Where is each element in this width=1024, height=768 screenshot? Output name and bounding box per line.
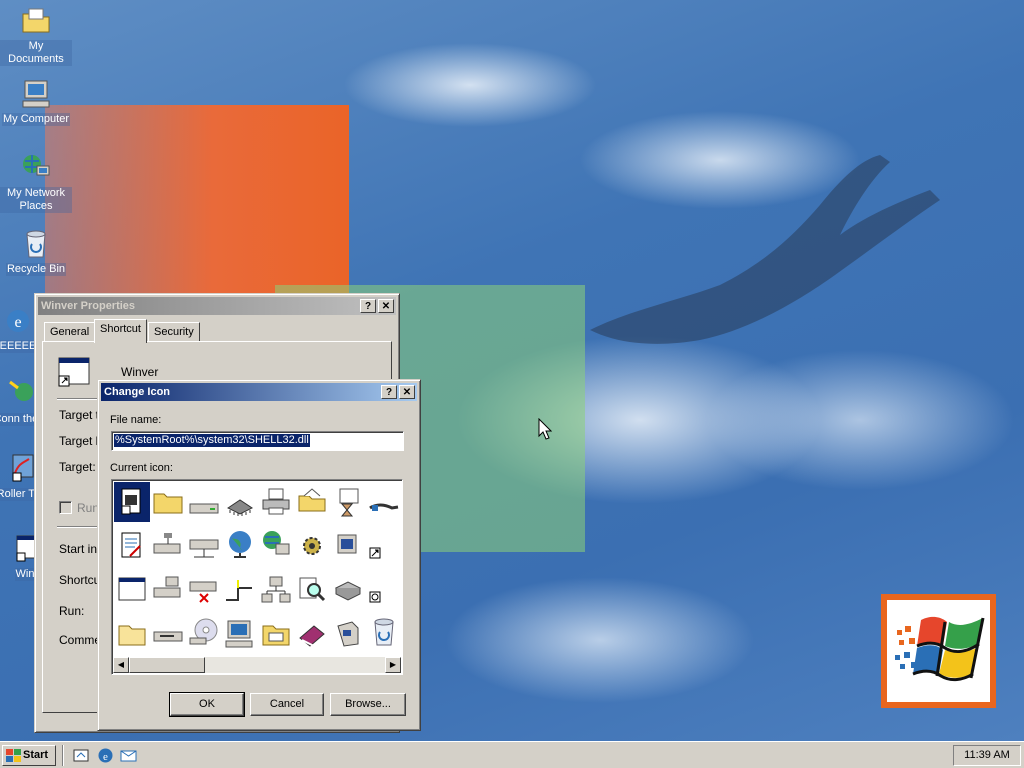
recycle-bin-icon xyxy=(26,230,46,258)
ok-button[interactable]: OK xyxy=(169,692,245,717)
windows-flag-icon xyxy=(6,749,21,762)
folder-icon[interactable] xyxy=(152,486,184,518)
outlook-express-icon[interactable] xyxy=(120,747,137,764)
floppy-drive-icon[interactable] xyxy=(152,620,184,652)
desktop-icon-recycle-bin[interactable]: Recycle Bin xyxy=(0,228,72,276)
change-icon-dialog: Change Icon ? ✕ File name: %SystemRoot%\… xyxy=(97,379,421,731)
help-book-icon[interactable] xyxy=(296,618,328,650)
desktop-icon-label: My Network Places xyxy=(0,187,72,213)
drive-icon[interactable] xyxy=(188,488,220,520)
network-globe-icon[interactable] xyxy=(260,528,292,560)
app-name: Winver xyxy=(121,365,159,379)
printer-icon[interactable] xyxy=(260,486,292,518)
internet-explorer-icon[interactable]: e xyxy=(97,747,114,764)
taskbar: Start e 11:39 AM xyxy=(0,741,1024,768)
computer-icon xyxy=(22,80,50,108)
application-window-icon[interactable] xyxy=(116,574,148,606)
search-icon[interactable] xyxy=(296,574,328,606)
network-computers-icon[interactable] xyxy=(260,574,292,606)
mouse-cursor-icon xyxy=(538,418,552,440)
help-button[interactable]: ? xyxy=(381,385,397,399)
desktop-icon-label: My Documents xyxy=(0,40,72,66)
run-separate-label: Run xyxy=(77,501,100,515)
desktop-icon-label: My Computer xyxy=(1,113,71,126)
cancel-button[interactable]: Cancel xyxy=(250,693,324,716)
wallpaper-orange-panel xyxy=(45,105,349,300)
browse-button[interactable]: Browse... xyxy=(330,693,406,716)
desktop-icon-my-computer[interactable]: My Computer xyxy=(0,78,72,126)
system-clock[interactable]: 11:39 AM xyxy=(953,745,1021,766)
internet-explorer-icon: e xyxy=(7,310,29,332)
properties-title: Winver Properties xyxy=(41,300,136,312)
help-button[interactable]: ? xyxy=(360,299,376,313)
rollercoaster-shortcut-icon xyxy=(12,454,34,482)
my-computer-icon[interactable] xyxy=(224,618,256,650)
change-icon-title: Change Icon xyxy=(104,386,171,398)
cd-drive-icon[interactable] xyxy=(188,616,220,648)
disconnected-drive-icon[interactable] xyxy=(188,574,220,606)
tab-security[interactable]: Security xyxy=(148,322,200,342)
network-folder-icon[interactable] xyxy=(296,486,328,518)
network-drive-icon[interactable] xyxy=(152,530,184,562)
desktop-icon-label: Win xyxy=(14,568,36,581)
memory-chip-icon[interactable] xyxy=(224,488,256,520)
wallpaper-swimmer-silhouette xyxy=(590,155,940,344)
file-name-value: %SystemRoot%\system32\SHELL32.dll xyxy=(114,434,310,447)
desktop-icon-my-documents[interactable]: My Documents xyxy=(0,5,72,66)
network-cable-icon[interactable] xyxy=(224,574,256,606)
run-label: Run: xyxy=(59,604,85,618)
scroll-right-button[interactable]: ▶ xyxy=(385,657,401,673)
run-separate-checkbox[interactable] xyxy=(59,501,72,514)
sharing-hand-icon[interactable] xyxy=(368,488,400,520)
current-icon-label: Current icon: xyxy=(110,462,173,474)
desktop-icon-my-network-places[interactable]: My Network Places xyxy=(0,152,72,213)
network-icon xyxy=(23,155,50,176)
document-edit-icon[interactable] xyxy=(116,530,148,562)
clock-overlay-icon[interactable] xyxy=(368,580,400,612)
start-label: Start xyxy=(23,749,49,761)
target-label: Target: xyxy=(59,460,96,474)
svg-text:e: e xyxy=(103,751,108,763)
scroll-left-button[interactable]: ◀ xyxy=(113,657,129,673)
globe-icon[interactable] xyxy=(224,528,256,560)
taskbar-separator xyxy=(62,745,64,766)
desktop-icon-label: Recycle Bin xyxy=(5,263,67,276)
control-panel-folder-icon[interactable] xyxy=(260,618,292,650)
window-icon[interactable] xyxy=(332,530,364,562)
network-connection-icon[interactable] xyxy=(188,530,220,562)
settings-gear-icon[interactable] xyxy=(296,530,328,562)
run-window-icon[interactable] xyxy=(332,618,364,650)
windows-logo xyxy=(881,594,996,708)
folder-documents-icon xyxy=(22,8,50,33)
scheduled-tasks-icon[interactable] xyxy=(332,486,364,518)
computer-drive-icon[interactable] xyxy=(152,574,184,606)
document-shortcut-icon[interactable] xyxy=(116,486,148,518)
horizontal-scrollbar[interactable]: ◀ ▶ xyxy=(113,657,401,673)
change-icon-titlebar: Change Icon ? ✕ xyxy=(101,383,417,401)
close-button[interactable]: ✕ xyxy=(399,385,415,399)
network-box-icon[interactable] xyxy=(332,574,364,606)
start-in-label: Start in: xyxy=(59,542,101,556)
icon-list[interactable]: ◀ ▶ xyxy=(111,479,403,675)
properties-titlebar: Winver Properties ? ✕ xyxy=(38,297,396,315)
show-desktop-icon[interactable] xyxy=(73,747,90,764)
desktop-icon-label: EEEEE xyxy=(0,340,38,353)
file-name-label: File name: xyxy=(110,414,162,426)
start-button[interactable]: Start xyxy=(2,745,56,766)
tab-general[interactable]: General xyxy=(44,322,96,342)
shortcut-key-label: Shortcu xyxy=(59,573,101,587)
close-button[interactable]: ✕ xyxy=(378,299,394,313)
shortcut-arrow-icon[interactable] xyxy=(368,536,400,568)
scroll-thumb[interactable] xyxy=(129,657,205,673)
winver-app-icon xyxy=(58,357,90,387)
tab-shortcut[interactable]: Shortcut xyxy=(94,319,147,343)
svg-text:e: e xyxy=(14,314,21,331)
open-folder-icon[interactable] xyxy=(116,618,148,650)
file-name-input[interactable]: %SystemRoot%\system32\SHELL32.dll xyxy=(111,431,404,451)
recycle-bin-full-icon[interactable] xyxy=(368,616,400,648)
